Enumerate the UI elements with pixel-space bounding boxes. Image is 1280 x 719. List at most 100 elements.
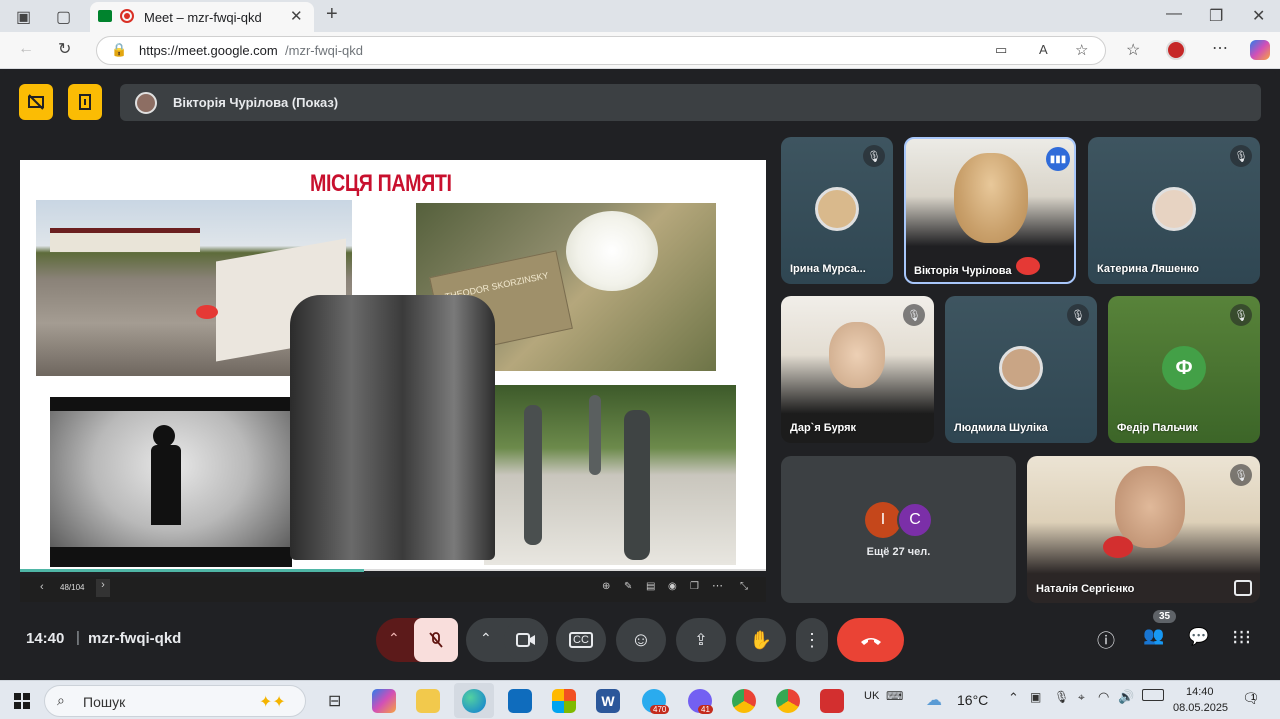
pen-icon[interactable]: ✎ — [624, 581, 632, 592]
mic-off-icon: 🎙 — [903, 304, 925, 326]
participant-tile[interactable]: 🎙 Ф Федір Пальчик — [1108, 296, 1260, 443]
mic-off-icon: 🎙 — [1230, 145, 1252, 167]
people-button[interactable]: 35 👥 — [1141, 610, 1177, 650]
tab-title: Meet – mzr-fwqi-qkd — [144, 10, 262, 25]
clock-date[interactable]: 08.05.2025 — [1173, 702, 1228, 714]
acrobat-icon[interactable] — [820, 689, 844, 713]
camera-privacy-icon[interactable]: ▣ — [1030, 690, 1041, 704]
mic-privacy-icon[interactable]: 🎙 — [1054, 690, 1069, 704]
location-icon[interactable]: ⌖ — [1078, 690, 1085, 705]
present-button[interactable]: ⇪ — [676, 618, 726, 662]
profile-avatar[interactable] — [1166, 40, 1186, 60]
language-indicator[interactable]: UK — [864, 690, 879, 702]
chrome-profile-icon[interactable] — [732, 689, 756, 713]
outlook-icon[interactable] — [508, 689, 532, 713]
tab-actions-icon[interactable]: ▢ — [56, 7, 71, 27]
browser-tab-bar: ▣ ▢ Meet – mzr-fwqi-qkd ✕ + — ❐ ✕ — [0, 0, 1280, 32]
battery-icon[interactable] — [1142, 689, 1164, 701]
participant-video — [954, 153, 1028, 243]
meeting-info-icon[interactable]: ⓘ — [1097, 627, 1115, 653]
close-window-icon[interactable]: ✕ — [1252, 6, 1265, 26]
minimize-icon[interactable]: — — [1166, 5, 1182, 23]
read-aloud-icon[interactable]: A — [1039, 42, 1048, 57]
mic-toggle-button[interactable] — [414, 618, 458, 662]
cloud-icon[interactable]: ☁ — [926, 690, 942, 710]
copy-icon[interactable]: ❐ — [690, 581, 699, 592]
camera-control-group: ⌃ — [466, 618, 548, 662]
meeting-code: mzr-fwqi-qkd — [88, 630, 182, 647]
participant-tile[interactable]: 🎙 Наталія Сергієнко — [1027, 456, 1260, 603]
reactions-button[interactable]: ☺ — [616, 618, 666, 662]
audio-icon[interactable]: ◉ — [668, 581, 677, 592]
captions-button[interactable]: CC — [556, 618, 606, 662]
file-explorer-icon[interactable] — [416, 689, 440, 713]
favorite-star-icon[interactable]: ☆ — [1075, 41, 1088, 59]
people-count-badge: 35 — [1153, 610, 1177, 623]
participant-initial-avatar: Ф — [1162, 346, 1206, 390]
captions-icon: CC — [569, 632, 593, 648]
store-icon[interactable] — [552, 689, 576, 713]
leave-call-button[interactable] — [837, 618, 904, 662]
participant-tile-active[interactable]: ▮▮▮ Вікторія Чурілова — [904, 137, 1076, 284]
pin-icon[interactable] — [1234, 580, 1252, 596]
participant-tile[interactable]: 🎙 Катерина Ляшенко — [1088, 137, 1260, 284]
raise-hand-button[interactable]: ✋ — [736, 618, 786, 662]
camera-icon — [516, 633, 535, 647]
activities-grid-icon[interactable]: ⁝⁝⁝ — [1232, 625, 1251, 650]
copilot-app-icon[interactable] — [372, 689, 396, 713]
chrome-icon[interactable] — [776, 689, 800, 713]
zoom-icon[interactable]: ⊕ — [602, 581, 610, 592]
participant-avatar — [815, 187, 859, 231]
recording-icon — [120, 9, 134, 23]
more-avatar-i: І — [865, 502, 901, 538]
participant-tile[interactable]: 🎙 Дар`я Буряк — [781, 296, 934, 443]
participant-tile[interactable]: 🎙 Людмила Шуліка — [945, 296, 1097, 443]
more-vert-icon: ⋮ — [803, 629, 821, 650]
volume-icon[interactable]: 🔊 — [1118, 689, 1134, 705]
favorites-icon[interactable]: ☆ — [1126, 40, 1140, 60]
camera-in-use-icon[interactable]: ▭ — [995, 42, 1007, 58]
start-icon[interactable] — [14, 693, 30, 709]
camera-toggle-button[interactable] — [504, 618, 548, 662]
copilot-icon[interactable] — [1250, 40, 1270, 60]
prev-slide-icon[interactable]: ‹ — [40, 581, 44, 593]
hide-self-view-button[interactable] — [19, 84, 53, 120]
camera-options-chevron-icon[interactable]: ⌃ — [480, 630, 492, 647]
reload-icon[interactable]: ↻ — [58, 39, 71, 59]
fullscreen-icon[interactable]: ⤡ — [740, 581, 748, 592]
presenter-bar: Вікторія Чурілова (Показ) — [120, 84, 1261, 121]
layout-button[interactable] — [68, 84, 102, 120]
more-menu-icon[interactable]: ⋯ — [1212, 38, 1228, 58]
slide-controls: ‹ 48/104 › ⊕ ✎ ▤ ◉ ❐ ⋯ ⤡ — [20, 577, 766, 602]
weather-temp[interactable]: 16°C — [957, 692, 988, 708]
more-participants-tile[interactable]: І С Ещё 27 чел. — [781, 456, 1016, 603]
close-tab-icon[interactable]: ✕ — [290, 7, 303, 25]
chat-icon[interactable]: 💬 — [1188, 627, 1209, 647]
participant-tile[interactable]: 🎙 Ірина Мурса... — [781, 137, 893, 284]
word-icon[interactable]: W — [596, 689, 620, 713]
lock-icon[interactable]: 🔒 — [111, 42, 127, 58]
maximize-icon[interactable]: ❐ — [1209, 6, 1223, 26]
statues-photo — [484, 385, 736, 565]
edge-icon[interactable] — [462, 689, 486, 713]
workspaces-icon[interactable]: ▣ — [16, 7, 31, 27]
presenter-avatar — [135, 92, 157, 114]
show-hidden-icons-icon[interactable]: ⌃ — [1008, 690, 1019, 706]
browser-tab-meet[interactable]: Meet – mzr-fwqi-qkd ✕ — [90, 2, 314, 32]
slide-more-icon[interactable]: ⋯ — [712, 579, 723, 592]
mic-options-chevron-icon[interactable]: ⌃ — [388, 630, 400, 647]
participant-name: Дар`я Буряк — [790, 422, 857, 434]
taskbar-search-box[interactable]: ⌕ Пошук ✦✦ — [44, 685, 306, 717]
back-icon[interactable]: ← — [18, 40, 34, 58]
task-view-icon[interactable]: ⊟ — [328, 691, 341, 711]
participant-name: Федір Пальчик — [1117, 422, 1198, 434]
more-options-button[interactable]: ⋮ — [796, 618, 828, 662]
clock-time[interactable]: 14:40 — [1186, 686, 1214, 698]
address-field[interactable]: 🔒 https://meet.google.com /mzr-fwqi-qkd … — [96, 36, 1106, 65]
next-slide-icon[interactable]: › — [96, 579, 110, 597]
keyboard-icon[interactable]: ⌨ — [886, 689, 903, 703]
wifi-icon[interactable]: ◠ — [1098, 689, 1109, 705]
windows-taskbar: ⌕ Пошук ✦✦ ⊟ W 470 41 UK ⌨ ☁ 16°C ⌃ ▣ 🎙 … — [0, 680, 1280, 719]
captions-icon[interactable]: ▤ — [646, 581, 655, 592]
new-tab-icon[interactable]: + — [326, 3, 338, 26]
